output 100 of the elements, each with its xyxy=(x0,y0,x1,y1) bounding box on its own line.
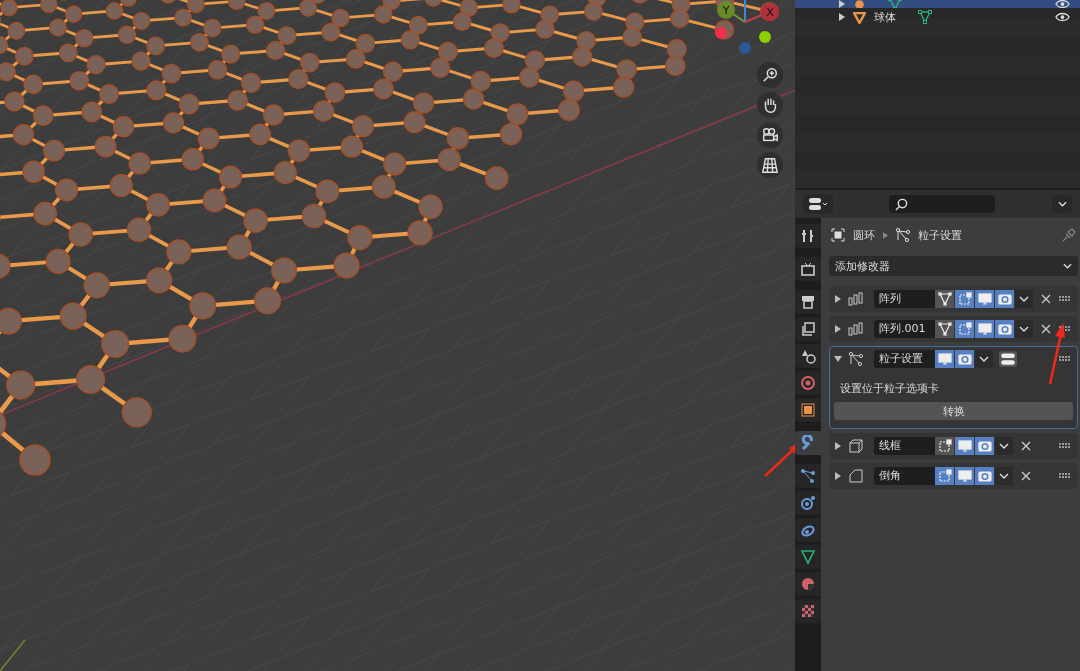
world-icon xyxy=(800,375,816,391)
convert-button[interactable]: 转换 xyxy=(834,402,1073,420)
close-icon[interactable] xyxy=(1039,292,1053,306)
modifier-name-field[interactable]: 倒角 xyxy=(874,467,935,485)
particles-icon xyxy=(800,468,816,484)
render-toggle[interactable] xyxy=(975,467,994,485)
close-icon[interactable] xyxy=(1019,469,1033,483)
viewport-display-toggle[interactable] xyxy=(975,320,994,338)
render-toggle[interactable] xyxy=(955,350,974,368)
edit-mode-toggle[interactable] xyxy=(955,320,974,338)
edit-mode-toggle[interactable] xyxy=(955,290,974,308)
eye-icon[interactable] xyxy=(1055,0,1070,8)
camera-icon xyxy=(957,352,972,366)
scene-tab[interactable] xyxy=(795,344,821,368)
close-icon[interactable] xyxy=(1039,322,1053,336)
particles-icon xyxy=(848,352,864,366)
expand-arrow-icon[interactable] xyxy=(834,472,842,480)
object-tab[interactable] xyxy=(795,398,821,422)
modifier-menu-dropdown[interactable] xyxy=(1015,290,1033,308)
viewport-display-toggle[interactable] xyxy=(955,467,974,485)
constraints-tab[interactable] xyxy=(795,518,821,542)
editor-type-button[interactable] xyxy=(803,194,833,214)
expand-arrow-icon[interactable] xyxy=(834,325,842,333)
search-field[interactable] xyxy=(889,195,995,213)
viewport-display-toggle[interactable] xyxy=(955,437,974,455)
toggle-switch-icon[interactable] xyxy=(999,351,1017,367)
physics-tab[interactable] xyxy=(795,491,821,515)
y-axis-label: Y xyxy=(722,4,730,17)
edit-mode-icon xyxy=(957,322,972,336)
modifier-menu-dropdown[interactable] xyxy=(995,467,1013,485)
camera-button[interactable] xyxy=(757,122,783,148)
expand-arrow-icon[interactable] xyxy=(834,295,842,303)
modifier-name-field[interactable]: 粒子设置 xyxy=(874,350,935,368)
chevron-down-icon xyxy=(1057,201,1067,207)
expand-arrow-icon[interactable] xyxy=(834,442,842,450)
data-tab[interactable] xyxy=(795,545,821,569)
outliner-row[interactable] xyxy=(795,0,1080,8)
edit-mode-toggle[interactable] xyxy=(935,467,954,485)
render-toggle[interactable] xyxy=(995,290,1014,308)
triangle-mesh-icon xyxy=(937,322,952,336)
drag-handle-icon[interactable] xyxy=(1059,356,1071,362)
drag-handle-icon[interactable] xyxy=(1059,473,1071,479)
modifier-menu-dropdown[interactable] xyxy=(995,437,1013,455)
triangle-mesh-icon xyxy=(937,292,952,306)
breadcrumb-arrow-icon xyxy=(883,231,888,239)
on-cage-toggle[interactable] xyxy=(935,320,954,338)
render-tab[interactable] xyxy=(795,257,821,281)
view-layer-tab[interactable] xyxy=(795,317,821,341)
monitor-icon xyxy=(937,352,952,366)
object-name: 球体 xyxy=(874,9,896,25)
edit-mode-icon xyxy=(957,292,972,306)
modifier-menu-dropdown[interactable] xyxy=(1015,320,1033,338)
texture-icon xyxy=(800,603,816,619)
camera-icon xyxy=(997,292,1012,306)
axis-gizmo[interactable]: Y X xyxy=(700,0,790,60)
zoom-button[interactable] xyxy=(757,62,783,88)
particles-icon xyxy=(896,228,910,242)
3d-viewport[interactable]: Y X xyxy=(0,0,795,671)
modifier-name-field[interactable]: 线框 xyxy=(874,437,935,455)
chevron-down-icon xyxy=(999,473,1009,479)
output-icon xyxy=(800,294,816,310)
output-tab[interactable] xyxy=(795,290,821,314)
render-toggle[interactable] xyxy=(975,437,994,455)
outliner-row[interactable]: 球体 xyxy=(795,8,1080,26)
data-icon xyxy=(800,549,816,565)
drag-handle-icon[interactable] xyxy=(1059,296,1071,302)
search-icon xyxy=(895,197,908,211)
drag-handle-icon[interactable] xyxy=(1059,443,1071,449)
render-toggle[interactable] xyxy=(995,320,1014,338)
array-modifier-icon xyxy=(848,292,864,306)
pin-icon[interactable] xyxy=(1062,228,1076,242)
camera-icon xyxy=(761,126,779,144)
close-icon[interactable] xyxy=(1019,439,1033,453)
array-modifier-icon xyxy=(848,322,864,336)
mesh-data-icon[interactable] xyxy=(918,10,932,24)
modifier-tab[interactable] xyxy=(795,431,821,455)
tool-tab[interactable] xyxy=(795,224,821,248)
chevron-down-icon xyxy=(1063,263,1072,269)
scene-icon xyxy=(800,348,816,364)
collapse-arrow-icon[interactable] xyxy=(834,355,842,363)
hand-pan-button[interactable] xyxy=(757,92,783,118)
annotation-arrow xyxy=(1047,322,1067,386)
world-tab[interactable] xyxy=(795,371,821,395)
options-dropdown[interactable] xyxy=(1052,195,1072,213)
modifier-name-field[interactable]: 阵列 xyxy=(874,290,935,308)
modifier-menu-dropdown[interactable] xyxy=(975,350,993,368)
grid-view-button[interactable] xyxy=(757,152,783,178)
object-icon xyxy=(800,402,816,418)
monitor-icon xyxy=(977,292,992,306)
material-tab[interactable] xyxy=(795,572,821,596)
viewport-display-toggle[interactable] xyxy=(935,350,954,368)
modifier-name-field[interactable]: 阵列.001 xyxy=(874,320,935,338)
edit-mode-toggle[interactable] xyxy=(935,437,954,455)
viewport-display-toggle[interactable] xyxy=(975,290,994,308)
object-name-label: 圆环 xyxy=(853,227,875,243)
on-cage-toggle[interactable] xyxy=(935,290,954,308)
eye-icon[interactable] xyxy=(1055,12,1070,22)
add-modifier-dropdown[interactable]: 添加修改器 xyxy=(829,256,1078,276)
texture-tab[interactable] xyxy=(795,599,821,623)
particles-tab[interactable] xyxy=(795,464,821,488)
